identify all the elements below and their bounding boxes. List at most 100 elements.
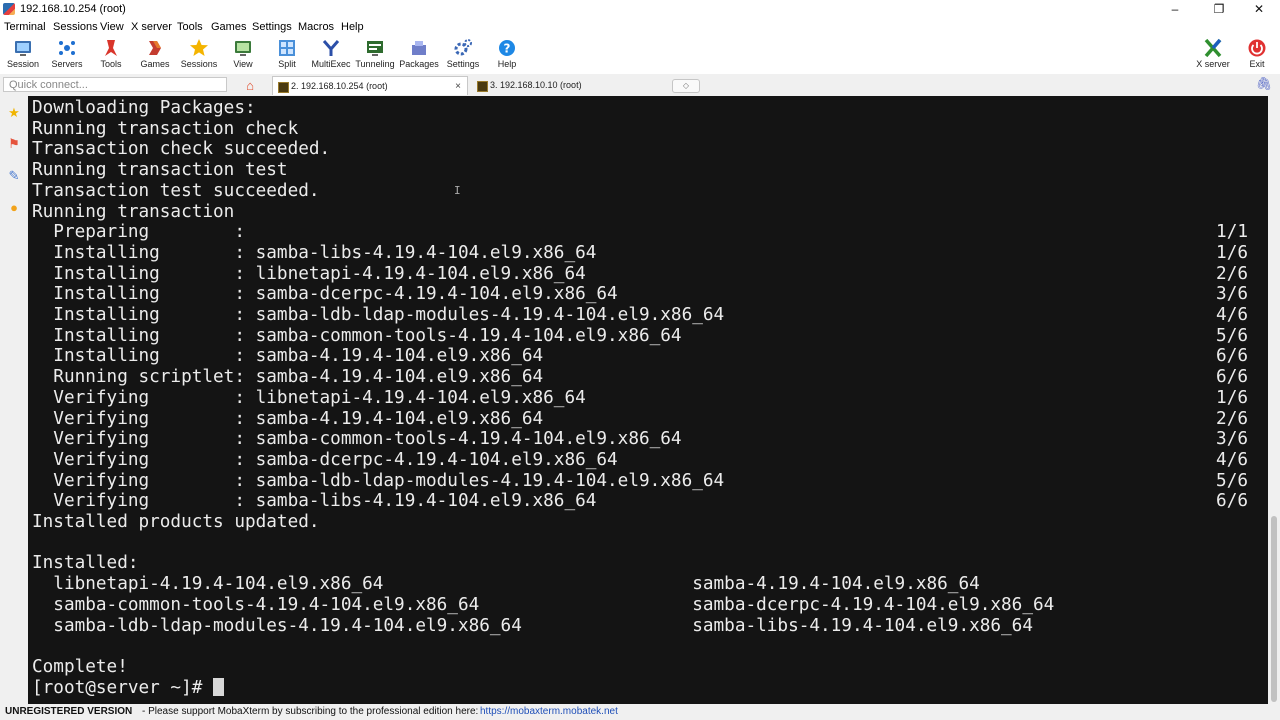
terminal-tab-icon [477, 81, 488, 92]
power-icon [1248, 39, 1266, 57]
terminal-line: Installed: [32, 553, 139, 574]
tab-label: 3. 192.168.10.10 (root) [490, 80, 582, 90]
maximize-button[interactable]: ❐ [1200, 0, 1238, 19]
view-icon [235, 41, 251, 56]
exit-button[interactable]: Exit [1235, 36, 1279, 74]
new-tab-button[interactable]: ◇ [672, 79, 700, 93]
star-icon [190, 39, 208, 56]
svg-text:?: ? [504, 42, 511, 56]
terminal-line: Installing : samba-common-tools-4.19.4-1… [32, 325, 682, 346]
status-bar: UNREGISTERED VERSION - Please support Mo… [0, 704, 1280, 720]
scrollbar-thumb[interactable] [1271, 516, 1277, 702]
terminal-scrollbar[interactable] [1268, 96, 1280, 704]
close-window-button[interactable]: ✕ [1240, 0, 1278, 19]
home-icon: ⌂ [246, 78, 254, 93]
terminal-line: Installing : libnetapi-4.19.4-104.el9.x8… [32, 263, 586, 284]
split-icon [279, 40, 295, 56]
terminal-line: Running transaction [32, 201, 235, 222]
support-message: - Please support MobaXterm by subscribin… [142, 706, 479, 717]
exit-label: Exit [1249, 59, 1265, 69]
progress-counter: 5/6 [1216, 325, 1248, 346]
tab-label: 2. 192.168.10.254 (root) [291, 81, 388, 91]
minimize-button[interactable]: – [1156, 0, 1194, 19]
menu-games[interactable]: Games [211, 21, 246, 33]
terminal-line: Verifying : samba-dcerpc-4.19.4-104.el9.… [32, 449, 618, 470]
tab-bar: Quick connect... ⌂ 2. 192.168.10.254 (ro… [0, 74, 1280, 97]
terminal-line: Transaction test succeeded. [32, 180, 320, 201]
star-icon: ★ [8, 105, 20, 120]
home-tab[interactable]: ⌂ [232, 76, 268, 95]
session-icon [15, 41, 31, 56]
terminal-line: Installed products updated. [32, 512, 320, 532]
pen-icon: ✎ [8, 168, 20, 183]
text-cursor-icon: I [454, 184, 461, 197]
x-server-icon [1204, 38, 1222, 58]
attach-icon[interactable]: 🖇 [1255, 76, 1272, 92]
games-icon [149, 41, 161, 55]
progress-counter: 3/6 [1216, 429, 1248, 450]
terminal-line: Complete! [32, 656, 128, 677]
sidebar-macros-button[interactable]: ✎ [4, 166, 24, 186]
gear-icon [454, 39, 472, 56]
quick-connect-input[interactable]: Quick connect... [3, 77, 227, 92]
terminal-output[interactable]: I Downloading Packages: Running transacti… [28, 96, 1268, 704]
help-label: Help [497, 59, 517, 69]
window-title: 192.168.10.254 (root) [20, 3, 126, 15]
main-toolbar: Session Servers Tools Games Sessions Vie… [0, 36, 1280, 74]
menu-bar: Terminal Sessions View X server Tools Ga… [0, 19, 1280, 36]
terminal-cursor [213, 677, 225, 696]
progress-counter: 4/6 [1216, 305, 1248, 325]
progress-counter: 3/6 [1216, 284, 1248, 305]
sun-icon: ● [10, 200, 18, 215]
tools-icon [105, 40, 117, 56]
tab-session-192-168-10-254[interactable]: 2. 192.168.10.254 (root) × [272, 76, 468, 95]
terminal-line: Installing : samba-dcerpc-4.19.4-104.el9… [32, 284, 618, 305]
mobaxterm-link[interactable]: https://mobaxterm.mobatek.net [480, 704, 618, 720]
tab-close-icon[interactable]: × [455, 77, 461, 96]
progress-counter: 1/6 [1216, 242, 1248, 263]
menu-x-server[interactable]: X server [131, 21, 172, 33]
progress-counter: 1/1 [1216, 222, 1248, 243]
terminal-line: Running scriptlet: samba-4.19.4-104.el9.… [32, 367, 544, 388]
menu-view[interactable]: View [100, 21, 124, 33]
terminal-line: Installing : samba-4.19.4-104.el9.x86_64 [32, 346, 544, 367]
terminal-line: Verifying : samba-4.19.4-104.el9.x86_64 [32, 408, 544, 429]
sidebar-sessions-button[interactable]: ★ [4, 103, 24, 123]
shell-prompt-line[interactable]: [root@server ~]# [32, 677, 225, 698]
title-bar: 192.168.10.254 (root) – ❐ ✕ [0, 0, 1280, 19]
shell-prompt: [root@server ~]# [32, 677, 214, 698]
servers-icon [59, 41, 75, 55]
progress-counter: 2/6 [1216, 408, 1248, 429]
left-sidebar: ★ ⚑ ✎ ● [0, 96, 28, 704]
terminal-line: samba-common-tools-4.19.4-104.el9.x86_64… [32, 594, 1055, 615]
progress-counter: 1/6 [1216, 387, 1248, 408]
menu-sessions[interactable]: Sessions [53, 21, 98, 33]
progress-counter: 6/6 [1216, 367, 1248, 388]
sidebar-sftp-button[interactable]: ● [4, 198, 24, 218]
terminal-line: libnetapi-4.19.4-104.el9.x86_64 samba-4.… [32, 574, 980, 595]
menu-macros[interactable]: Macros [298, 21, 334, 33]
menu-settings[interactable]: Settings [252, 21, 292, 33]
tab-session-192-168-10-10[interactable]: 3. 192.168.10.10 (root) [472, 76, 668, 95]
menu-help[interactable]: Help [341, 21, 364, 33]
help-button[interactable]: ? Help [485, 36, 529, 74]
terminal-line: Verifying : samba-ldb-ldap-modules-4.19.… [32, 470, 725, 491]
progress-counter: 6/6 [1216, 346, 1248, 367]
tools-icon: ⚑ [8, 136, 20, 151]
progress-counter: 5/6 [1216, 470, 1248, 491]
progress-counter: 2/6 [1216, 263, 1248, 284]
progress-counter: 6/6 [1216, 491, 1248, 512]
terminal-line: Preparing : [32, 222, 245, 243]
sidebar-tools-button[interactable]: ⚑ [4, 134, 24, 154]
menu-tools[interactable]: Tools [177, 21, 203, 33]
menu-terminal[interactable]: Terminal [4, 21, 46, 33]
help-icon: ? [499, 40, 515, 56]
terminal-tab-icon [278, 82, 289, 93]
terminal-line: Transaction check succeeded. [32, 139, 331, 160]
mobaxterm-app-icon [3, 3, 15, 15]
terminal-line: Downloading Packages: [32, 98, 256, 118]
unregistered-label: UNREGISTERED VERSION [5, 706, 133, 717]
terminal-line: Running transaction test [32, 160, 288, 181]
multiexec-icon [322, 40, 340, 56]
terminal-line: Running transaction check [32, 118, 299, 139]
